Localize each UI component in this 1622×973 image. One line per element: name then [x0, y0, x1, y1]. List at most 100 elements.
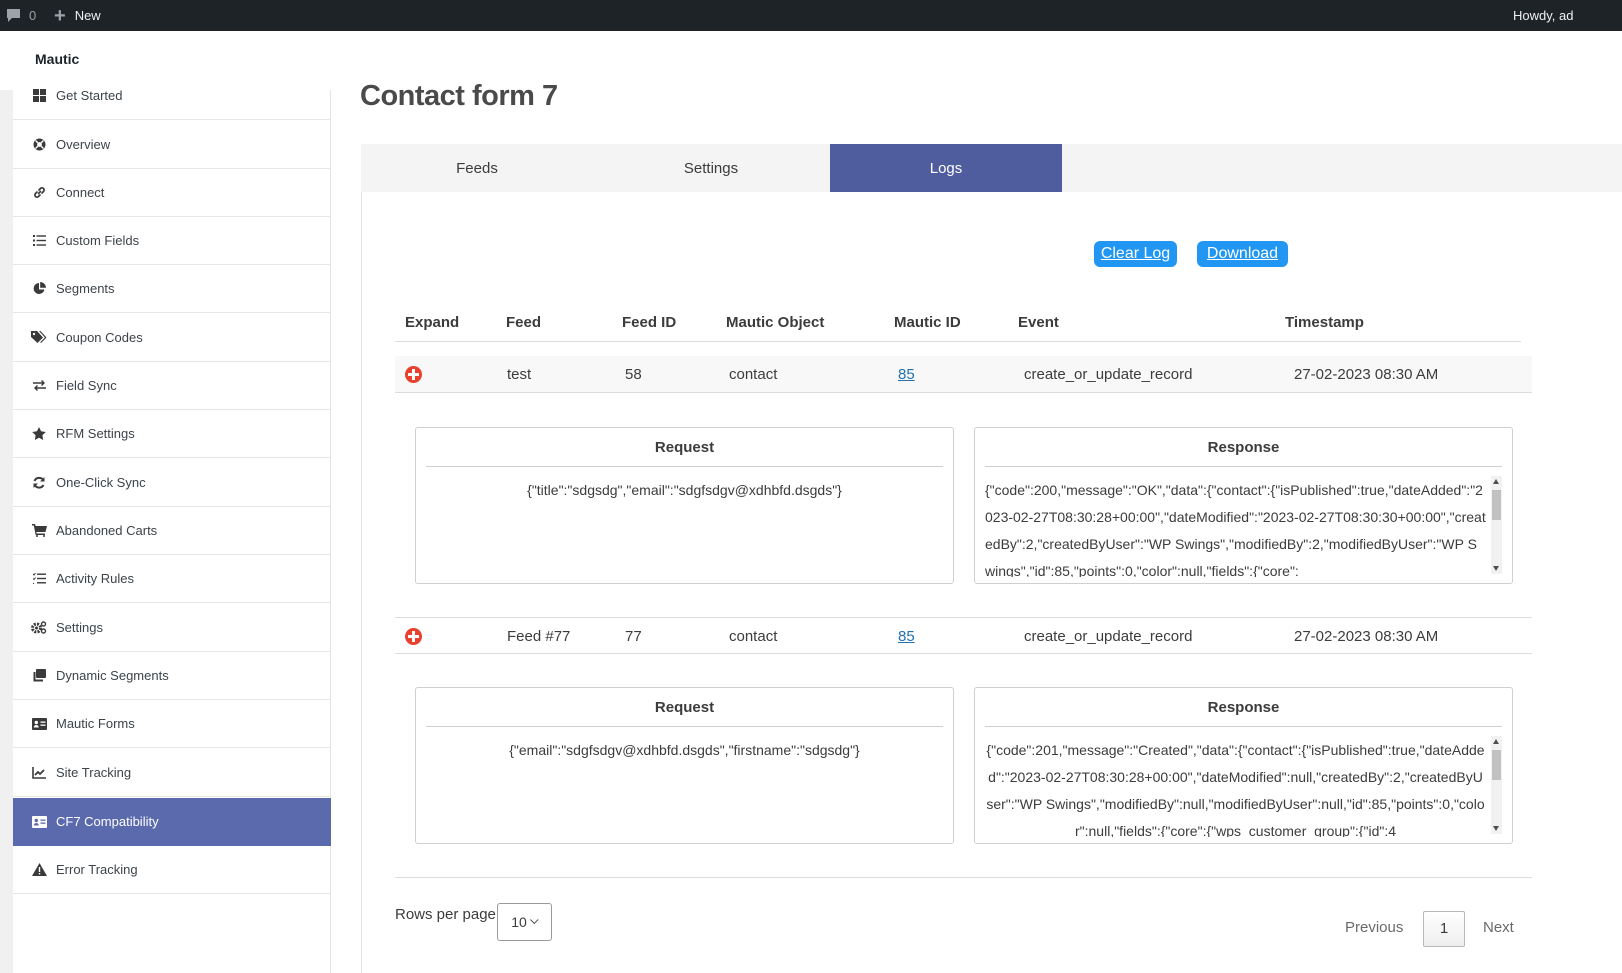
- footer-divider: [395, 877, 1532, 878]
- sidebar-item-label: Coupon Codes: [56, 330, 143, 345]
- scroll-thumb[interactable]: [1492, 490, 1501, 520]
- sidebar-item-one-click-sync[interactable]: One-Click Sync: [13, 459, 331, 507]
- warning-icon: [30, 863, 48, 877]
- sidebar-item-label: Segments: [56, 281, 115, 296]
- scroll-up-icon[interactable]: [1493, 739, 1499, 744]
- sidebar-item-label: Settings: [56, 620, 103, 635]
- sidebar-item-label: Custom Fields: [56, 233, 140, 248]
- column-header-expand: Expand: [405, 314, 460, 331]
- tab-feeds[interactable]: Feeds: [361, 144, 593, 192]
- sidebar-item-mautic-forms[interactable]: Mautic Forms: [13, 700, 331, 748]
- sidebar-item-label: Site Tracking: [56, 765, 132, 780]
- column-header-feed-id: Feed ID: [622, 314, 677, 331]
- response-body[interactable]: {"code":200,"message":"OK","data":{"cont…: [985, 477, 1486, 577]
- life-ring-icon: [30, 138, 48, 152]
- mautic-object: contact: [729, 365, 778, 383]
- mautic-id-link[interactable]: 85: [898, 366, 915, 383]
- page-1-button[interactable]: 1: [1423, 911, 1465, 947]
- star-icon: [30, 427, 48, 441]
- gears-icon: [30, 621, 48, 635]
- id-card-icon: [30, 815, 48, 829]
- sidebar-item-label: Connect: [56, 185, 105, 200]
- list-icon: [30, 234, 48, 248]
- response-body[interactable]: {"code":201,"message":"Created","data":{…: [985, 737, 1486, 837]
- event: create_or_update_record: [1024, 365, 1193, 383]
- scroll-thumb[interactable]: [1492, 750, 1501, 780]
- rows-per-page-label: Rows per page: [395, 906, 496, 923]
- mautic-id-link[interactable]: 85: [898, 628, 915, 645]
- sidebar-item-coupon-codes[interactable]: Coupon Codes: [13, 314, 331, 362]
- table-row: test 58 contact 85 create_or_update_reco…: [395, 356, 1532, 393]
- grid-icon: [30, 89, 48, 103]
- sidebar-item-field-sync[interactable]: Field Sync: [13, 362, 331, 410]
- expand-icon[interactable]: [405, 365, 422, 383]
- new-label: New: [74, 8, 101, 23]
- sidebar-item-label: Dynamic Segments: [56, 668, 169, 683]
- tab-settings[interactable]: Settings: [595, 144, 827, 192]
- header-divider: [395, 341, 1521, 342]
- cart-icon: [30, 524, 48, 538]
- pie-chart-icon: [30, 282, 48, 296]
- scroll-down-icon[interactable]: [1493, 826, 1499, 831]
- sidebar-item-abandoned-carts[interactable]: Abandoned Carts: [13, 507, 331, 555]
- sidebar-item-site-tracking[interactable]: Site Tracking: [13, 749, 331, 797]
- tab-logs[interactable]: Logs: [830, 144, 1062, 192]
- column-header-mautic-id: Mautic ID: [894, 314, 961, 331]
- tab-bar: Feeds Settings Logs: [361, 144, 1622, 192]
- comments-link[interactable]: 0: [6, 0, 36, 31]
- mautic-object: contact: [729, 627, 778, 645]
- id-card-icon: [30, 717, 48, 731]
- admin-bar: 0 + New Howdy, ad: [0, 0, 1622, 31]
- response-scrollbar[interactable]: [1491, 736, 1502, 834]
- sidebar-item-label: Mautic Forms: [56, 716, 135, 731]
- sidebar-item-get-started[interactable]: Get Started: [13, 72, 331, 120]
- comment-icon: [7, 9, 20, 22]
- response-panel: Response {"code":201,"message":"Created"…: [974, 687, 1513, 844]
- sidebar-item-rfm-settings[interactable]: RFM Settings: [13, 410, 331, 458]
- column-header-timestamp: Timestamp: [1285, 314, 1364, 331]
- sidebar-item-custom-fields[interactable]: Custom Fields: [13, 217, 331, 265]
- event: create_or_update_record: [1024, 627, 1193, 645]
- checklist-icon: [30, 572, 48, 586]
- rows-per-page-value: 10: [511, 914, 527, 930]
- request-body: {"email":"sdgfsdgv@xdhbfd.dsgds","firstn…: [509, 742, 860, 758]
- sidebar-item-settings[interactable]: Settings: [13, 604, 331, 652]
- request-panel: Request {"title":"sdgsdg","email":"sdgfs…: [415, 427, 954, 584]
- sidebar-item-label: RFM Settings: [56, 426, 135, 441]
- scroll-up-icon[interactable]: [1493, 479, 1499, 484]
- sidebar-item-label: CF7 Compatibility: [56, 814, 159, 829]
- clear-log-button[interactable]: Clear Log: [1094, 241, 1177, 267]
- column-header-event: Event: [1018, 314, 1059, 331]
- new-content-link[interactable]: + New: [54, 0, 101, 31]
- request-body: {"title":"sdgsdg","email":"sdgfsdgv@xdhb…: [527, 482, 842, 498]
- table-row: Feed #77 77 contact 85 create_or_update_…: [395, 617, 1532, 654]
- plugin-sidebar: Get Started Overview Connect Custom Fiel…: [13, 88, 331, 973]
- expand-icon[interactable]: [405, 627, 422, 645]
- response-title: Response: [985, 688, 1502, 727]
- sidebar-item-overview[interactable]: Overview: [13, 121, 331, 169]
- column-header-mautic-object: Mautic Object: [726, 314, 825, 331]
- request-title: Request: [426, 428, 943, 467]
- user-account-menu[interactable]: Howdy, ad: [1513, 0, 1573, 31]
- plugin-brand: Mautic: [35, 51, 80, 67]
- rows-per-page-select[interactable]: 10: [497, 903, 552, 941]
- response-scrollbar[interactable]: [1491, 476, 1502, 574]
- sidebar-item-activity-rules[interactable]: Activity Rules: [13, 555, 331, 603]
- previous-page-button[interactable]: Previous: [1345, 919, 1403, 936]
- sidebar-item-cf7-compatibility[interactable]: CF7 Compatibility: [13, 798, 331, 846]
- sync-icon: [30, 476, 48, 490]
- link-icon: [30, 186, 48, 200]
- sidebar-item-label: One-Click Sync: [56, 475, 146, 490]
- page-title: Contact form 7: [360, 80, 558, 112]
- timestamp: 27-02-2023 08:30 AM: [1294, 365, 1439, 383]
- line-chart-icon: [30, 766, 48, 780]
- response-title: Response: [985, 428, 1502, 467]
- sidebar-item-error-tracking[interactable]: Error Tracking: [13, 846, 331, 894]
- sidebar-item-connect[interactable]: Connect: [13, 169, 331, 217]
- sidebar-item-segments[interactable]: Segments: [13, 265, 331, 313]
- scroll-down-icon[interactable]: [1493, 566, 1499, 571]
- sidebar-item-dynamic-segments[interactable]: Dynamic Segments: [13, 652, 331, 700]
- next-page-button[interactable]: Next: [1483, 919, 1514, 936]
- download-button[interactable]: Download: [1197, 241, 1288, 267]
- feed-id: 58: [625, 365, 642, 383]
